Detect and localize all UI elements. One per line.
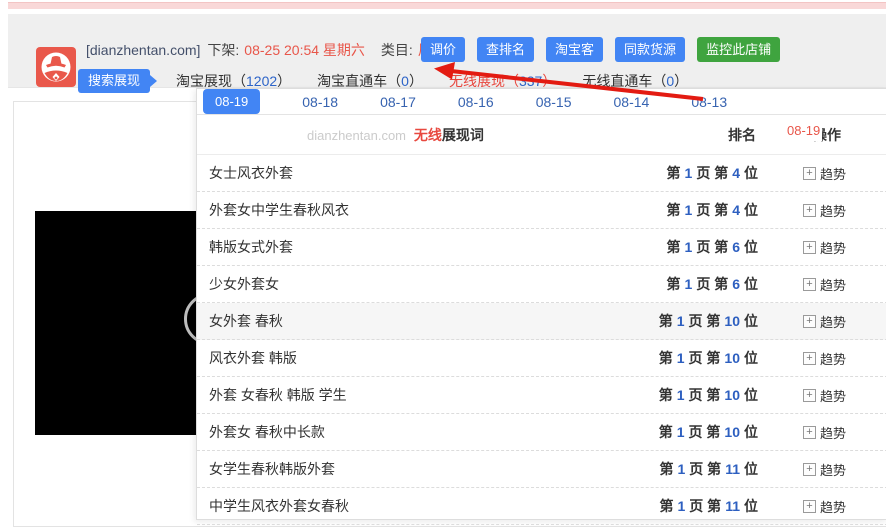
table-row[interactable]: 少女外套女 第1页 第6位 + 趋势 (197, 266, 886, 303)
trend-link[interactable]: + 趋势 (758, 460, 886, 479)
keyword-cell: 女学生春秋韩版外套 (209, 461, 335, 477)
trend-link[interactable]: + 趋势 (758, 275, 886, 294)
table-row[interactable]: 女学生春秋韩版外套 第1页 第 11 位 + 趋势 (197, 451, 886, 488)
keyword-cell: 少女外套女 (209, 276, 279, 292)
offshelf-label: 下架: (207, 42, 240, 58)
table-header: dianzhentan.com 无线展现词 排名 操作 08-19 (197, 115, 886, 155)
expand-plus-icon: + (803, 388, 816, 402)
rank-cell: 第1页 第 10 位 (658, 350, 758, 366)
adjust-price-button[interactable]: 调价 (421, 37, 466, 62)
date-tab-0817[interactable]: 08-17 (380, 94, 416, 110)
shop-header: [dianzhentan.com] 下架: 08-25 20:54 星期六 类目… (8, 14, 886, 93)
rank-column-title: 排名 (728, 127, 756, 143)
date-tab-0813[interactable]: 08-13 (691, 94, 727, 110)
rank-cell: 第1页 第6位 (666, 276, 758, 292)
rank-cell: 第1页 第6位 (666, 239, 758, 255)
notice-bar (8, 2, 886, 9)
same-source-button[interactable]: 同款货源 (615, 37, 686, 62)
dianzhentan-logo-icon (36, 47, 76, 87)
date-tab-0819[interactable]: 08-19 (203, 89, 261, 114)
keyword-cell: 中学生风衣外套女春秋 (209, 498, 349, 514)
trend-link[interactable]: + 趋势 (758, 238, 886, 257)
rank-cell: 第1页 第 11 位 (659, 461, 759, 477)
table-row[interactable]: 女士风衣外套 第1页 第4位 + 趋势 (197, 155, 886, 192)
date-tab-0818[interactable]: 08-18 (302, 94, 338, 110)
expand-plus-icon: + (803, 277, 816, 291)
keyword-cell: 女外套 春秋 (209, 313, 283, 329)
expand-plus-icon: + (803, 314, 816, 328)
rank-cell: 第1页 第4位 (666, 165, 758, 181)
category-label: 类目: (380, 42, 413, 58)
rank-cell: 第1页 第 10 位 (658, 387, 758, 403)
selected-date-overlay: 08-19 (785, 122, 823, 141)
keyword-cell: 外套女中学生春秋风衣 (209, 202, 349, 218)
trend-link[interactable]: + 趋势 (758, 201, 886, 220)
keyword-cell: 韩版女式外套 (209, 239, 293, 255)
rank-cell: 第1页 第 10 位 (658, 424, 758, 440)
table-row[interactable]: 外套女 春秋中长款 第1页 第 10 位 + 趋势 (197, 414, 886, 451)
table-row[interactable]: 风衣外套 韩版 第1页 第 10 位 + 趋势 (197, 340, 886, 377)
keyword-table: 女士风衣外套 第1页 第4位 + 趋势 外套女中学生春秋风衣 第1页 第4位 + 趋… (197, 155, 886, 525)
keyword-cell: 外套女 春秋中长款 (209, 424, 325, 440)
date-tab-0816[interactable]: 08-16 (458, 94, 494, 110)
watermark-text: dianzhentan.com (307, 128, 407, 143)
table-row-hovered[interactable]: 女外套 春秋 第1页 第 10 位 + 趋势 (197, 303, 886, 340)
trend-link[interactable]: + 趋势 (758, 386, 886, 405)
date-tabs: 08-19 08-18 08-17 08-16 08-15 08-14 08-1… (197, 89, 886, 115)
expand-plus-icon: + (803, 203, 816, 217)
expand-plus-icon: + (803, 351, 816, 365)
offshelf-time: 08-25 20:54 星期六 (244, 42, 365, 58)
monitor-shop-button[interactable]: 监控此店铺 (697, 37, 781, 62)
rank-cell: 第1页 第4位 (666, 202, 758, 218)
expand-plus-icon: + (803, 240, 816, 254)
rank-cell: 第1页 第 10 位 (658, 313, 758, 329)
expand-plus-icon: + (803, 499, 816, 513)
keyword-cell: 女士风衣外套 (209, 165, 293, 181)
trend-link[interactable]: + 趋势 (758, 312, 886, 331)
trend-link[interactable]: + 趋势 (758, 349, 886, 368)
date-tab-0814[interactable]: 08-14 (614, 94, 650, 110)
expand-plus-icon: + (803, 166, 816, 180)
keyword-cell: 风衣外套 韩版 (209, 350, 297, 366)
keyword-cell: 外套 女春秋 韩版 学生 (209, 387, 347, 403)
rank-cell: 第1页 第 11 位 (659, 498, 759, 514)
table-row[interactable]: 外套女中学生春秋风衣 第1页 第4位 + 趋势 (197, 192, 886, 229)
header-actions: 调价 查排名 淘宝客 同款货源 监控此店铺 (421, 37, 781, 62)
wireless-exposure-dropdown: 08-19 08-18 08-17 08-16 08-15 08-14 08-1… (196, 88, 886, 525)
expand-plus-icon: + (803, 425, 816, 439)
taobaoke-button[interactable]: 淘宝客 (546, 37, 604, 62)
check-rank-button[interactable]: 查排名 (477, 37, 535, 62)
trend-link[interactable]: + 趋势 (758, 164, 886, 183)
trend-link[interactable]: + 趋势 (758, 423, 886, 442)
expand-plus-icon: + (803, 462, 816, 476)
keyword-column-title: dianzhentan.com 无线展现词 (307, 127, 484, 143)
table-row[interactable]: 外套 女春秋 韩版 学生 第1页 第 10 位 + 趋势 (197, 377, 886, 414)
site-label: [dianzhentan.com] (86, 42, 201, 58)
date-tab-0815[interactable]: 08-15 (536, 94, 572, 110)
trend-link[interactable]: + 趋势 (758, 497, 886, 516)
tab-search-exposure-active[interactable]: 搜索展现 (78, 69, 158, 93)
table-row[interactable]: 中学生风衣外套女春秋 第1页 第 11 位 + 趋势 (197, 488, 886, 525)
table-row[interactable]: 韩版女式外套 第1页 第6位 + 趋势 (197, 229, 886, 266)
shop-info-line: [dianzhentan.com] 下架: 08-25 20:54 星期六 类目… (86, 41, 446, 59)
